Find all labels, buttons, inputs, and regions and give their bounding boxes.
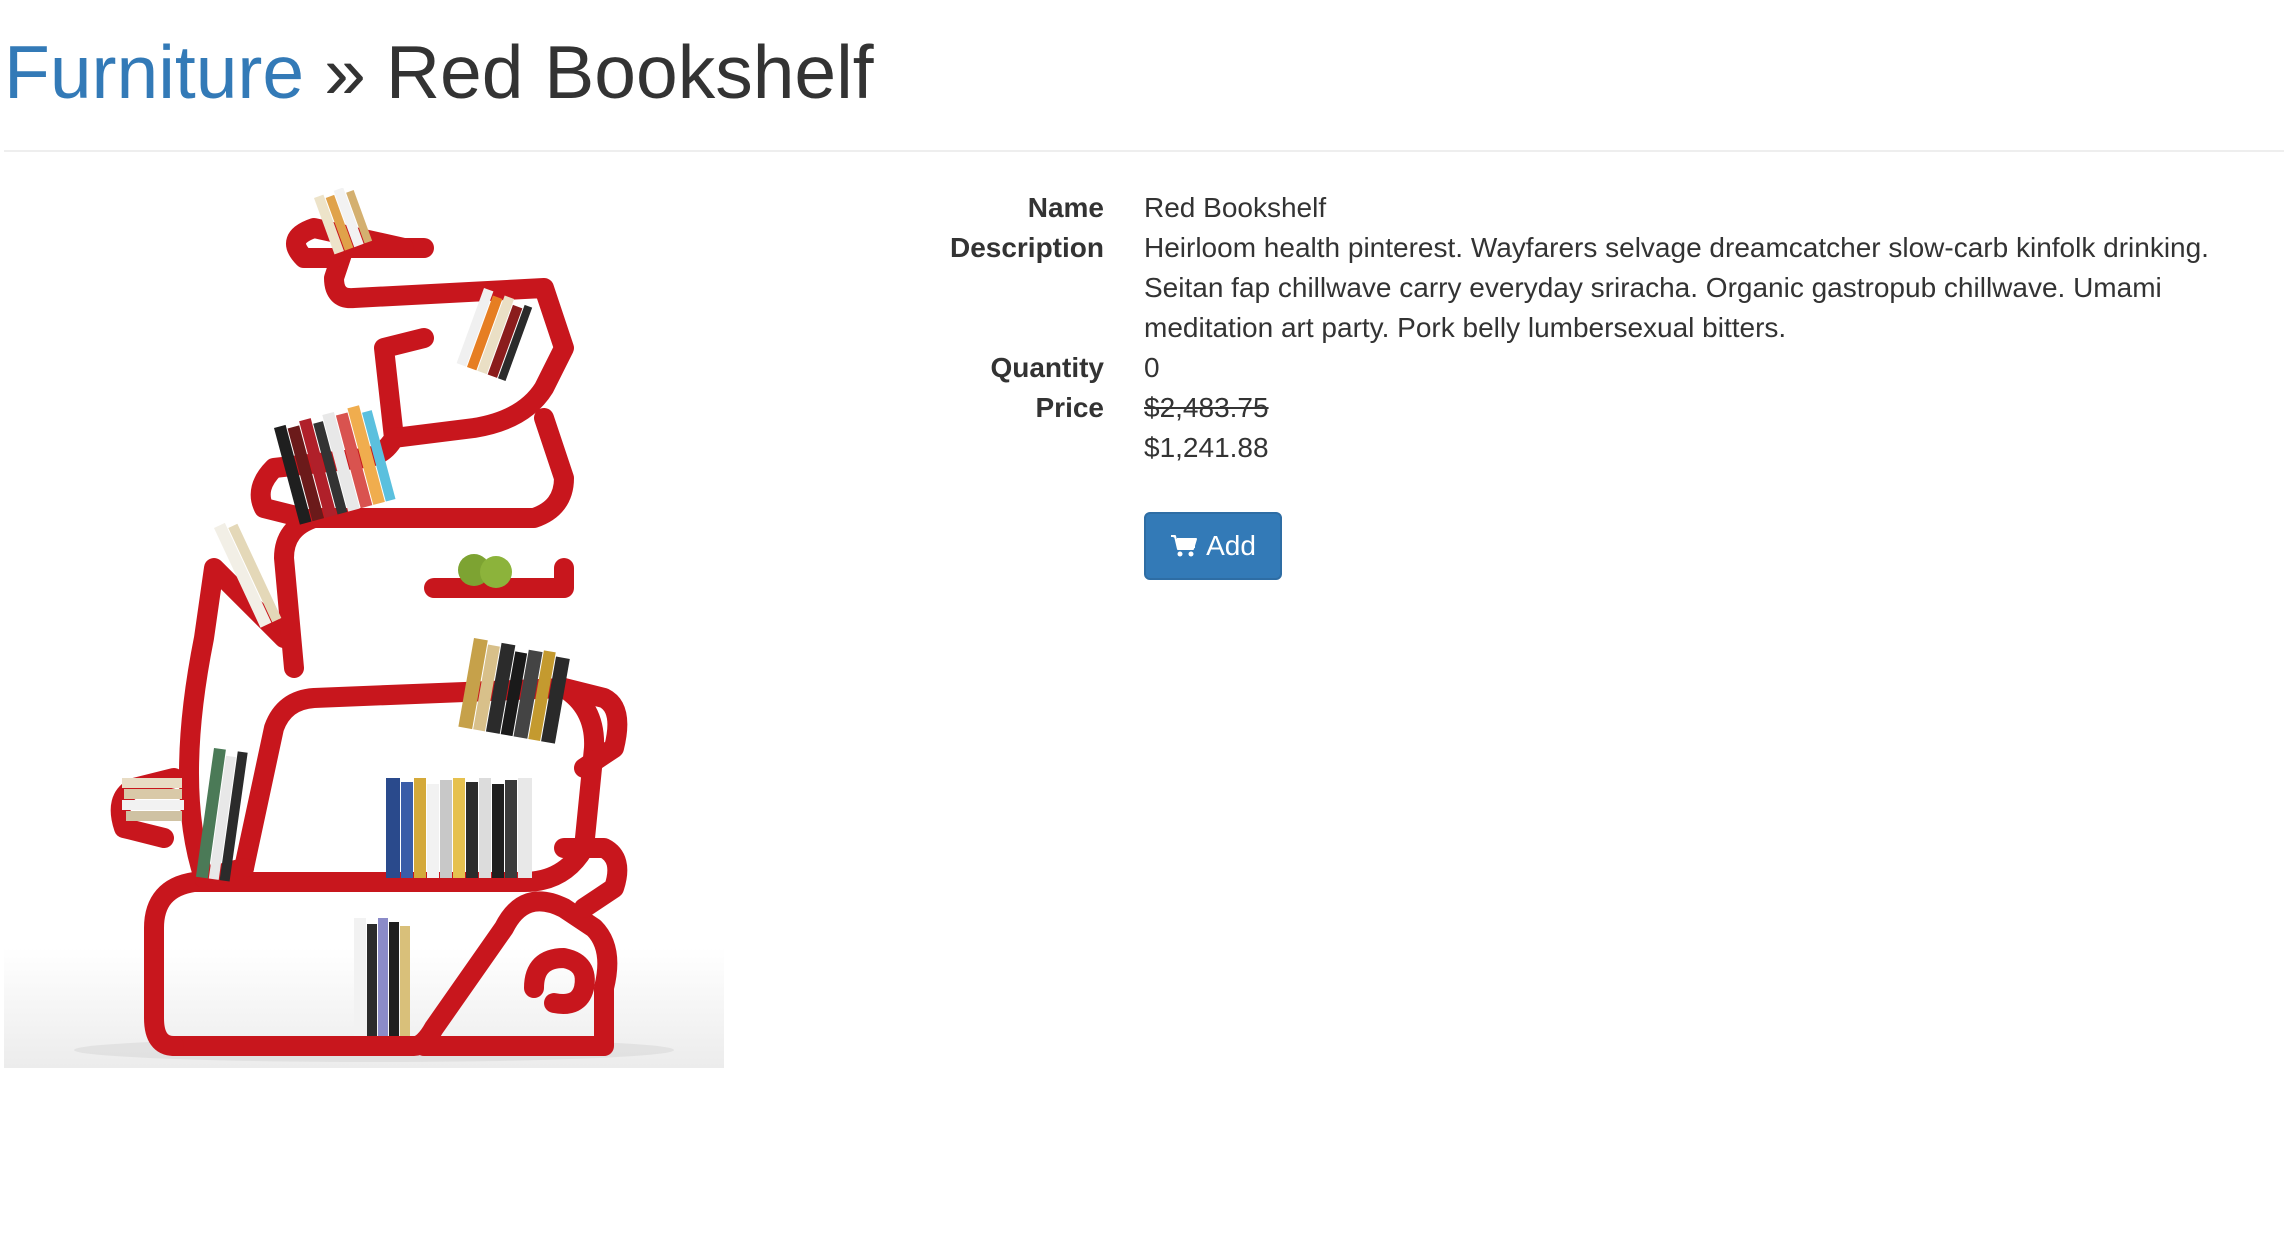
original-price: $2,483.75 <box>1144 392 1269 423</box>
breadcrumb-separator: » <box>324 29 366 114</box>
name-row: Name Red Bookshelf <box>0 188 2284 228</box>
quantity-row: Quantity 0 <box>0 348 2284 388</box>
name-label: Name <box>1027 192 1104 223</box>
description-label: Description <box>949 232 1104 263</box>
quantity-label: Quantity <box>990 352 1104 383</box>
product-details: Name Red Bookshelf Description Heirloom … <box>0 188 2284 468</box>
breadcrumb-current: Red Bookshelf <box>385 29 874 114</box>
name-value: Red Bookshelf <box>1144 192 1327 223</box>
description-value: Heirloom health pinterest. Wayfarers sel… <box>1144 232 2209 343</box>
page-title: Furniture » Red Bookshelf <box>4 22 874 122</box>
header-divider <box>4 150 2284 152</box>
breadcrumb-furniture-link[interactable]: Furniture <box>4 34 304 110</box>
description-row: Description Heirloom health pinterest. W… <box>0 228 2284 348</box>
add-button-label: Add <box>1206 530 1256 561</box>
sale-price: $1,241.88 <box>1144 432 1269 463</box>
price-values: $2,483.75 $1,241.88 <box>1144 388 2234 468</box>
apple <box>480 556 512 588</box>
price-row: Price $2,483.75 $1,241.88 <box>0 388 2284 468</box>
price-label: Price <box>1035 392 1105 423</box>
shopping-cart-icon <box>1170 534 1198 558</box>
add-to-cart-button[interactable]: Add <box>1144 512 1282 580</box>
quantity-value: 0 <box>1144 352 1160 383</box>
product-page: Furniture » Red Bookshelf Name Red Books… <box>0 0 2284 1246</box>
